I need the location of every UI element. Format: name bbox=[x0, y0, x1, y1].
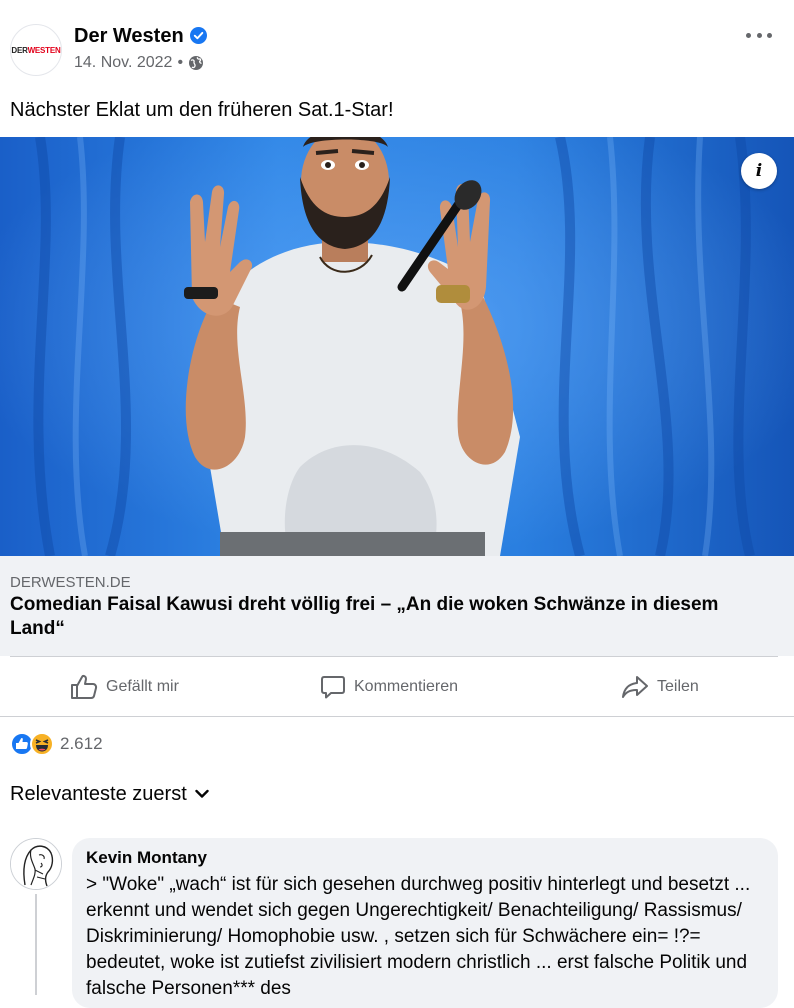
verified-badge-icon bbox=[189, 27, 207, 44]
reactions-summary[interactable]: 2.612 bbox=[10, 732, 103, 756]
sketch-portrait bbox=[11, 839, 61, 889]
comment-sort-dropdown[interactable]: Relevanteste zuerst bbox=[10, 782, 209, 806]
reaction-count: 2.612 bbox=[60, 734, 103, 753]
share-icon bbox=[622, 676, 648, 698]
page-name: Der Westen bbox=[74, 25, 184, 47]
stage-photo bbox=[0, 137, 794, 556]
more-options-icon[interactable] bbox=[746, 27, 772, 43]
share-label: Teilen bbox=[657, 678, 699, 695]
comment-author[interactable]: Kevin Montany bbox=[86, 848, 207, 868]
meta-separator: • bbox=[177, 54, 184, 71]
page-avatar[interactable]: DERWESTEN bbox=[10, 24, 62, 76]
link-title[interactable]: Comedian Faisal Kawusi dreht völlig frei… bbox=[10, 593, 770, 641]
post-text: Nächster Eklat um den früheren Sat.1-Sta… bbox=[10, 99, 394, 121]
sort-label: Relevanteste zuerst bbox=[10, 783, 187, 805]
thumbs-up-icon bbox=[71, 674, 98, 699]
thread-line bbox=[35, 894, 37, 995]
haha-icon bbox=[30, 732, 54, 756]
share-button[interactable]: Teilen bbox=[621, 662, 699, 712]
post-date[interactable]: 14. Nov. 2022 bbox=[74, 53, 172, 73]
comment-icon bbox=[321, 676, 345, 699]
divider bbox=[10, 656, 778, 657]
comment-button[interactable]: Kommentieren bbox=[320, 662, 458, 712]
post-meta: 14. Nov. 2022 • bbox=[74, 53, 204, 73]
comment-label: Kommentieren bbox=[354, 678, 459, 695]
like-label: Gefällt mir bbox=[106, 678, 179, 695]
globe-icon bbox=[189, 56, 204, 70]
like-button[interactable]: Gefällt mir bbox=[70, 662, 179, 712]
page-logo: DERWESTEN bbox=[11, 45, 61, 55]
comment-text: > "Woke" „wach“ ist für sich gesehen dur… bbox=[86, 874, 751, 999]
page-name-link[interactable]: Der Westen bbox=[74, 24, 207, 48]
info-icon[interactable]: i bbox=[741, 153, 777, 189]
comment-avatar[interactable] bbox=[10, 838, 62, 890]
post-image[interactable] bbox=[0, 137, 794, 556]
divider bbox=[0, 716, 794, 717]
chevron-down-icon bbox=[195, 789, 209, 798]
link-domain: DERWESTEN.DE bbox=[10, 574, 131, 591]
